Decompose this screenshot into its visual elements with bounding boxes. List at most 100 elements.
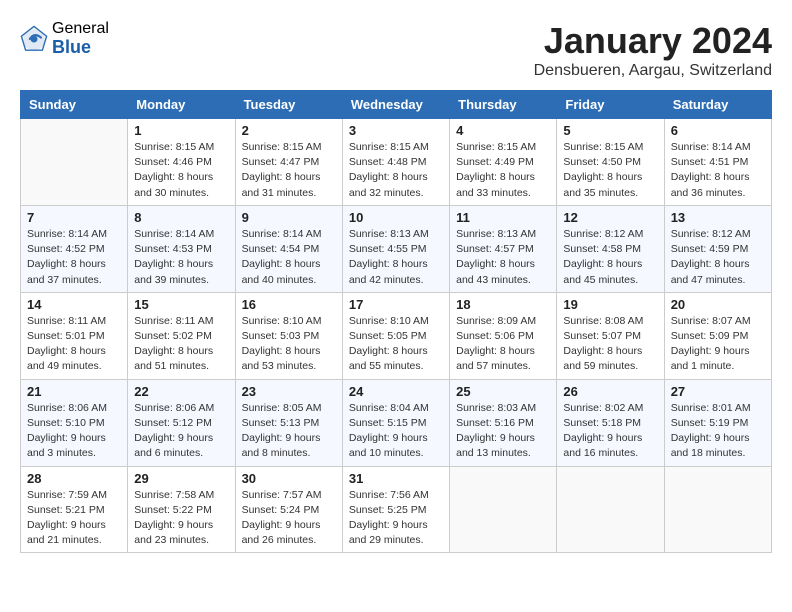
calendar-cell: 10 Sunrise: 8:13 AM Sunset: 4:55 PM Dayli… bbox=[342, 205, 449, 292]
day-info: Sunrise: 8:12 AM Sunset: 4:58 PM Dayligh… bbox=[563, 227, 657, 288]
calendar-cell: 2Sunrise: 8:15 AM Sunset: 4:47 PM Daylig… bbox=[235, 119, 342, 206]
day-info: Sunrise: 8:14 AM Sunset: 4:52 PM Dayligh… bbox=[27, 227, 121, 288]
calendar-cell bbox=[21, 119, 128, 206]
day-info: Sunrise: 8:10 AM Sunset: 5:03 PM Dayligh… bbox=[242, 314, 336, 375]
day-number: 25 bbox=[456, 384, 550, 399]
calendar-table: SundayMondayTuesdayWednesdayThursdayFrid… bbox=[20, 90, 772, 553]
day-number: 15 bbox=[134, 297, 228, 312]
day-number: 17 bbox=[349, 297, 443, 312]
weekday-header-friday: Friday bbox=[557, 91, 664, 119]
calendar-week-row: 28 Sunrise: 7:59 AM Sunset: 5:21 PM Dayli… bbox=[21, 466, 772, 553]
day-number: 10 bbox=[349, 210, 443, 225]
calendar-week-row: 7 Sunrise: 8:14 AM Sunset: 4:52 PM Daylig… bbox=[21, 205, 772, 292]
calendar-cell: 27Sunrise: 8:01 AM Sunset: 5:19 PM Dayli… bbox=[664, 379, 771, 466]
day-number: 19 bbox=[563, 297, 657, 312]
calendar-cell: 18 Sunrise: 8:09 AM Sunset: 5:06 PM Dayli… bbox=[450, 292, 557, 379]
day-info: Sunrise: 7:58 AM Sunset: 5:22 PM Dayligh… bbox=[134, 488, 228, 549]
title-block: January 2024 Densbueren, Aargau, Switzer… bbox=[534, 20, 772, 80]
calendar-week-row: 21Sunrise: 8:06 AM Sunset: 5:10 PM Dayli… bbox=[21, 379, 772, 466]
calendar-cell: 19 Sunrise: 8:08 AM Sunset: 5:07 PM Dayli… bbox=[557, 292, 664, 379]
weekday-header-sunday: Sunday bbox=[21, 91, 128, 119]
day-info: Sunrise: 8:03 AM Sunset: 5:16 PM Dayligh… bbox=[456, 401, 550, 462]
calendar-cell: 8 Sunrise: 8:14 AM Sunset: 4:53 PM Daylig… bbox=[128, 205, 235, 292]
calendar-cell: 1 Sunrise: 8:15 AM Sunset: 4:46 PM Daylig… bbox=[128, 119, 235, 206]
day-info: Sunrise: 8:09 AM Sunset: 5:06 PM Dayligh… bbox=[456, 314, 550, 375]
day-info: Sunrise: 8:14 AM Sunset: 4:54 PM Dayligh… bbox=[242, 227, 336, 288]
day-info: Sunrise: 8:06 AM Sunset: 5:12 PM Dayligh… bbox=[134, 401, 228, 462]
day-info: Sunrise: 8:12 AM Sunset: 4:59 PM Dayligh… bbox=[671, 227, 765, 288]
calendar-week-row: 1 Sunrise: 8:15 AM Sunset: 4:46 PM Daylig… bbox=[21, 119, 772, 206]
day-number: 14 bbox=[27, 297, 121, 312]
day-number: 13 bbox=[671, 210, 765, 225]
day-number: 26 bbox=[563, 384, 657, 399]
day-info: Sunrise: 7:57 AM Sunset: 5:24 PM Dayligh… bbox=[242, 488, 336, 549]
logo-icon bbox=[20, 25, 48, 53]
calendar-cell bbox=[450, 466, 557, 553]
day-info: Sunrise: 8:15 AM Sunset: 4:48 PM Dayligh… bbox=[349, 140, 443, 201]
calendar-cell bbox=[664, 466, 771, 553]
calendar-cell: 30Sunrise: 7:57 AM Sunset: 5:24 PM Dayli… bbox=[235, 466, 342, 553]
weekday-header-row: SundayMondayTuesdayWednesdayThursdayFrid… bbox=[21, 91, 772, 119]
day-number: 18 bbox=[456, 297, 550, 312]
logo: General Blue bbox=[20, 20, 109, 57]
calendar-cell: 29 Sunrise: 7:58 AM Sunset: 5:22 PM Dayli… bbox=[128, 466, 235, 553]
day-info: Sunrise: 8:04 AM Sunset: 5:15 PM Dayligh… bbox=[349, 401, 443, 462]
day-info: Sunrise: 7:59 AM Sunset: 5:21 PM Dayligh… bbox=[27, 488, 121, 549]
calendar-cell: 23Sunrise: 8:05 AM Sunset: 5:13 PM Dayli… bbox=[235, 379, 342, 466]
day-info: Sunrise: 8:08 AM Sunset: 5:07 PM Dayligh… bbox=[563, 314, 657, 375]
calendar-cell: 20Sunrise: 8:07 AM Sunset: 5:09 PM Dayli… bbox=[664, 292, 771, 379]
calendar-cell: 28 Sunrise: 7:59 AM Sunset: 5:21 PM Dayli… bbox=[21, 466, 128, 553]
calendar-cell: 4Sunrise: 8:15 AM Sunset: 4:49 PM Daylig… bbox=[450, 119, 557, 206]
calendar-cell: 16 Sunrise: 8:10 AM Sunset: 5:03 PM Dayli… bbox=[235, 292, 342, 379]
day-number: 27 bbox=[671, 384, 765, 399]
day-number: 4 bbox=[456, 123, 550, 138]
calendar-cell: 9Sunrise: 8:14 AM Sunset: 4:54 PM Daylig… bbox=[235, 205, 342, 292]
day-info: Sunrise: 7:56 AM Sunset: 5:25 PM Dayligh… bbox=[349, 488, 443, 549]
calendar-title: January 2024 bbox=[534, 20, 772, 62]
day-info: Sunrise: 8:15 AM Sunset: 4:46 PM Dayligh… bbox=[134, 140, 228, 201]
calendar-cell: 12 Sunrise: 8:12 AM Sunset: 4:58 PM Dayli… bbox=[557, 205, 664, 292]
day-info: Sunrise: 8:14 AM Sunset: 4:53 PM Dayligh… bbox=[134, 227, 228, 288]
day-info: Sunrise: 8:05 AM Sunset: 5:13 PM Dayligh… bbox=[242, 401, 336, 462]
day-info: Sunrise: 8:14 AM Sunset: 4:51 PM Dayligh… bbox=[671, 140, 765, 201]
day-number: 7 bbox=[27, 210, 121, 225]
calendar-cell: 3 Sunrise: 8:15 AM Sunset: 4:48 PM Daylig… bbox=[342, 119, 449, 206]
calendar-cell: 24Sunrise: 8:04 AM Sunset: 5:15 PM Dayli… bbox=[342, 379, 449, 466]
day-number: 29 bbox=[134, 471, 228, 486]
day-number: 6 bbox=[671, 123, 765, 138]
calendar-cell bbox=[557, 466, 664, 553]
logo-text: General Blue bbox=[52, 20, 109, 57]
calendar-cell: 7 Sunrise: 8:14 AM Sunset: 4:52 PM Daylig… bbox=[21, 205, 128, 292]
weekday-header-wednesday: Wednesday bbox=[342, 91, 449, 119]
day-number: 11 bbox=[456, 210, 550, 225]
day-info: Sunrise: 8:13 AM Sunset: 4:55 PM Dayligh… bbox=[349, 227, 443, 288]
day-info: Sunrise: 8:07 AM Sunset: 5:09 PM Dayligh… bbox=[671, 314, 765, 375]
day-number: 28 bbox=[27, 471, 121, 486]
calendar-cell: 26Sunrise: 8:02 AM Sunset: 5:18 PM Dayli… bbox=[557, 379, 664, 466]
day-info: Sunrise: 8:15 AM Sunset: 4:50 PM Dayligh… bbox=[563, 140, 657, 201]
calendar-cell: 6 Sunrise: 8:14 AM Sunset: 4:51 PM Daylig… bbox=[664, 119, 771, 206]
logo-blue-text: Blue bbox=[52, 38, 109, 58]
calendar-cell: 5 Sunrise: 8:15 AM Sunset: 4:50 PM Daylig… bbox=[557, 119, 664, 206]
day-info: Sunrise: 8:10 AM Sunset: 5:05 PM Dayligh… bbox=[349, 314, 443, 375]
weekday-header-monday: Monday bbox=[128, 91, 235, 119]
calendar-cell: 25 Sunrise: 8:03 AM Sunset: 5:16 PM Dayli… bbox=[450, 379, 557, 466]
day-number: 16 bbox=[242, 297, 336, 312]
calendar-body: 1 Sunrise: 8:15 AM Sunset: 4:46 PM Daylig… bbox=[21, 119, 772, 553]
day-number: 12 bbox=[563, 210, 657, 225]
calendar-cell: 17 Sunrise: 8:10 AM Sunset: 5:05 PM Dayli… bbox=[342, 292, 449, 379]
day-number: 1 bbox=[134, 123, 228, 138]
day-number: 31 bbox=[349, 471, 443, 486]
calendar-cell: 11Sunrise: 8:13 AM Sunset: 4:57 PM Dayli… bbox=[450, 205, 557, 292]
calendar-cell: 21Sunrise: 8:06 AM Sunset: 5:10 PM Dayli… bbox=[21, 379, 128, 466]
day-number: 5 bbox=[563, 123, 657, 138]
calendar-cell: 15Sunrise: 8:11 AM Sunset: 5:02 PM Dayli… bbox=[128, 292, 235, 379]
calendar-cell: 13 Sunrise: 8:12 AM Sunset: 4:59 PM Dayli… bbox=[664, 205, 771, 292]
calendar-cell: 14Sunrise: 8:11 AM Sunset: 5:01 PM Dayli… bbox=[21, 292, 128, 379]
day-info: Sunrise: 8:15 AM Sunset: 4:47 PM Dayligh… bbox=[242, 140, 336, 201]
day-number: 8 bbox=[134, 210, 228, 225]
page-header: General Blue January 2024 Densbueren, Aa… bbox=[20, 20, 772, 80]
calendar-header: SundayMondayTuesdayWednesdayThursdayFrid… bbox=[21, 91, 772, 119]
calendar-cell: 31 Sunrise: 7:56 AM Sunset: 5:25 PM Dayli… bbox=[342, 466, 449, 553]
day-number: 3 bbox=[349, 123, 443, 138]
